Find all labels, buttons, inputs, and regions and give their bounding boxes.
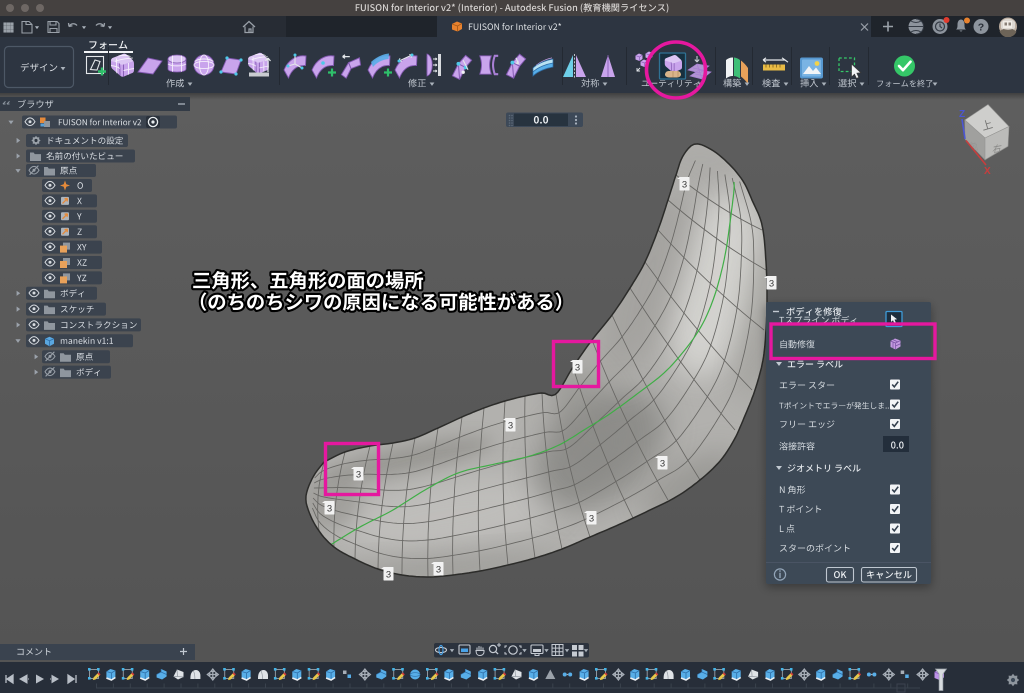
svg-text:3: 3	[327, 504, 332, 515]
svg-text:Z: Z	[959, 109, 965, 120]
svg-text:3: 3	[436, 565, 441, 576]
svg-text:3: 3	[386, 570, 391, 581]
svg-text:3: 3	[575, 363, 580, 374]
svg-text:3: 3	[660, 459, 665, 470]
svg-text:3: 3	[356, 470, 361, 481]
svg-text:3: 3	[589, 514, 594, 525]
svg-text:3: 3	[508, 421, 513, 432]
svg-text:?: ?	[978, 22, 984, 34]
svg-text:X: X	[984, 166, 991, 177]
svg-text:3: 3	[682, 180, 687, 191]
svg-text:3: 3	[769, 279, 774, 290]
